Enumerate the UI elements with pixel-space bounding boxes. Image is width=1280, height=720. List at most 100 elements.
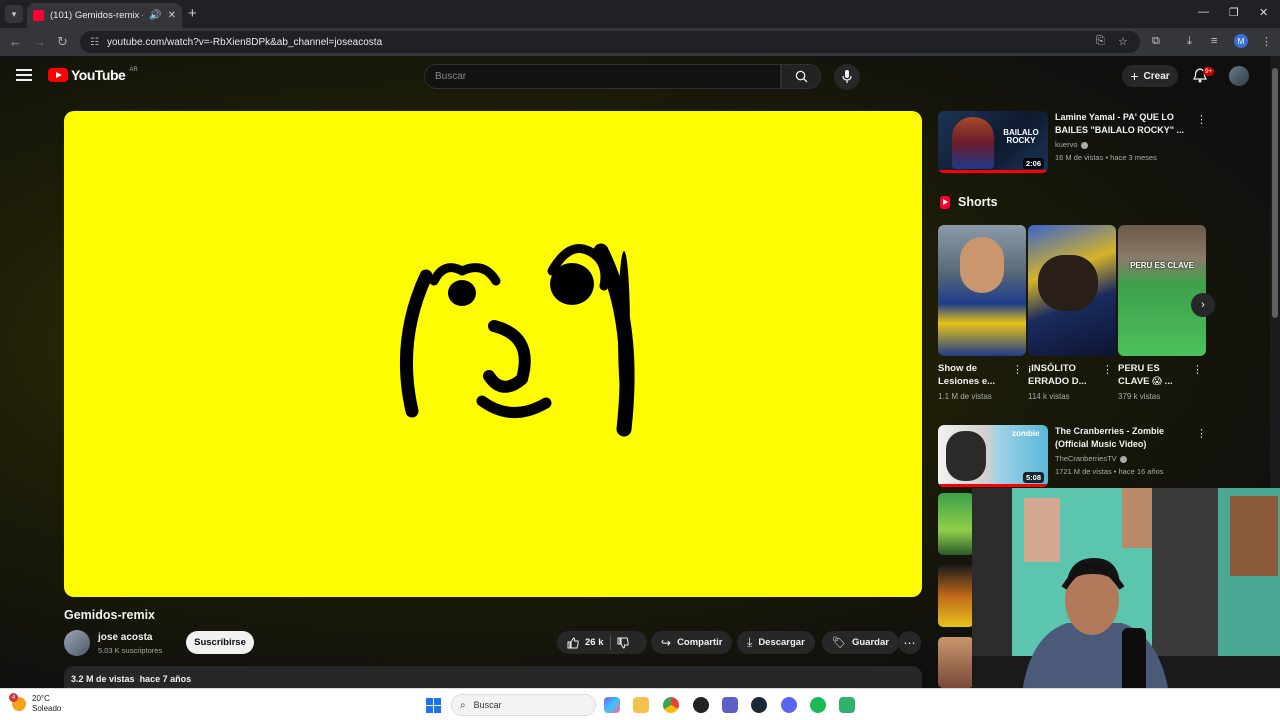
short-menu-icon[interactable]: ⋮: [1192, 363, 1203, 376]
back-icon[interactable]: ←: [9, 34, 22, 49]
share-label: Compartir: [677, 637, 723, 648]
weather-condition: Soleado: [32, 704, 62, 713]
more-actions-icon[interactable]: ⋯: [898, 631, 921, 654]
like-divider: [609, 635, 611, 650]
related-video-item[interactable]: BAILALO ROCKY 2:06 Lamine Yamal - PA' QU…: [938, 111, 1208, 177]
share-icon: ↪: [661, 635, 672, 650]
related-meta: 16 M de vistas • hace 3 meses: [1055, 153, 1157, 162]
notification-count-badge: 9+: [1203, 67, 1215, 76]
install-app-icon[interactable]: ⎘: [1096, 35, 1105, 48]
reload-icon[interactable]: ↻: [57, 34, 68, 50]
related-menu-icon[interactable]: ⋮: [1196, 427, 1207, 440]
description-box[interactable]: 3.2 M de vistas hace 7 años: [64, 666, 922, 688]
new-tab-icon[interactable]: +: [188, 5, 197, 22]
short-menu-icon[interactable]: ⋮: [1012, 363, 1023, 376]
logo-wordmark: YouTube: [71, 67, 126, 83]
screen: ▾ (101) Gemidos-remix - YouTube 🔊 ✕ + — …: [0, 0, 1280, 720]
tab-close-icon[interactable]: ✕: [168, 10, 176, 21]
watched-progress-bar: [938, 170, 1048, 173]
weather-widget[interactable]: 4 20°C Soleado: [9, 693, 62, 714]
masthead: YouTube AR Buscar + Crear 9+: [0, 56, 1270, 96]
youtube-favicon-icon: [33, 10, 44, 21]
thumbnail-caption: BAILALO ROCKY: [1003, 128, 1039, 145]
downloads-icon[interactable]: ⤓: [1187, 35, 1192, 48]
webcam-feed-image: [972, 488, 1280, 720]
reading-list-icon[interactable]: ≡: [1211, 35, 1217, 47]
audio-playing-icon[interactable]: 🔊: [149, 10, 161, 21]
temperature: 20°C: [32, 694, 50, 703]
related-video-item[interactable]: zombie 5:08 The Cranberries - Zombie (Of…: [938, 425, 1208, 491]
related-thumbnail[interactable]: [938, 637, 974, 688]
video-duration: 2:06: [1022, 158, 1044, 169]
spotify-icon[interactable]: [810, 697, 826, 713]
windows-taskbar: 4 20°C Soleado ⌕ Buscar: [0, 688, 1280, 720]
voice-search-button[interactable]: [834, 64, 860, 90]
site-info-icon[interactable]: ☷: [90, 37, 99, 48]
channel-avatar[interactable]: [64, 630, 90, 656]
related-channel: TheCranberriesTV: [1055, 454, 1127, 463]
save-playlist-icon: 🏷: [832, 637, 846, 649]
minimize-icon[interactable]: —: [1198, 6, 1209, 18]
save-button[interactable]: 🏷 Guardar: [822, 631, 899, 654]
thumbnail-caption: zombie: [1012, 429, 1040, 438]
thumbs-down-icon[interactable]: [617, 637, 629, 649]
window-close-icon[interactable]: ✕: [1259, 6, 1268, 19]
related-thumbnail[interactable]: [938, 493, 974, 555]
upload-age: hace 7 años: [139, 674, 192, 684]
shorts-next-icon[interactable]: ›: [1191, 293, 1215, 317]
video-player[interactable]: [64, 111, 922, 597]
related-thumbnail[interactable]: [938, 565, 974, 627]
short-item[interactable]: PERU ES CLAVE PERU ES CLAVE 😱 ... 379 k …: [1118, 225, 1206, 401]
browser-tabstrip: ▾ (101) Gemidos-remix - YouTube 🔊 ✕ + — …: [0, 0, 1280, 28]
taskbar-search-input[interactable]: ⌕ Buscar: [451, 694, 596, 716]
search-input[interactable]: Buscar: [424, 64, 781, 89]
share-button[interactable]: ↪ Compartir: [651, 631, 733, 654]
country-code: AR: [129, 67, 138, 73]
verified-icon: [1119, 455, 1127, 463]
short-item[interactable]: ¡INSÓLITO ERRADO D... 114 k vistas ⋮: [1028, 225, 1116, 401]
like-button[interactable]: 26 k: [567, 636, 604, 649]
related-menu-icon[interactable]: ⋮: [1196, 113, 1207, 126]
short-title: ¡INSÓLITO ERRADO D...: [1028, 363, 1087, 387]
shorts-logo-icon: [940, 195, 950, 209]
save-label: Guardar: [851, 637, 889, 648]
obs-studio-icon[interactable]: [693, 697, 709, 713]
short-views: 379 k vistas: [1118, 392, 1161, 401]
account-avatar[interactable]: [1229, 66, 1249, 86]
short-thumbnail[interactable]: [1028, 225, 1116, 356]
teams-icon[interactable]: [722, 697, 738, 713]
file-explorer-icon[interactable]: [633, 697, 649, 713]
browser-menu-icon[interactable]: ⋮: [1261, 35, 1272, 48]
create-button[interactable]: + Crear: [1122, 65, 1178, 87]
forward-icon[interactable]: →: [33, 34, 46, 49]
youtube-logo[interactable]: YouTube AR: [48, 67, 138, 83]
steam-icon[interactable]: [751, 697, 767, 713]
short-item[interactable]: Show de Lesiones e... 1.1 M de vistas ⋮: [938, 225, 1026, 401]
short-thumbnail[interactable]: PERU ES CLAVE: [1118, 225, 1206, 356]
search-button[interactable]: [781, 64, 821, 89]
copilot-icon[interactable]: [604, 697, 620, 713]
channel-name[interactable]: jose acosta: [98, 632, 152, 643]
extensions-icon[interactable]: ⧉: [1152, 35, 1160, 48]
browser-profile-avatar[interactable]: M: [1234, 34, 1248, 48]
shorts-heading: Shorts: [940, 195, 998, 209]
guide-menu-icon[interactable]: [16, 69, 32, 81]
short-menu-icon[interactable]: ⋮: [1102, 363, 1113, 376]
weather-badge: 4: [9, 693, 18, 702]
chrome-icon[interactable]: [663, 697, 679, 713]
short-views: 114 k vistas: [1028, 392, 1070, 401]
subscribe-button[interactable]: Suscribirse: [186, 631, 254, 654]
related-thumbnail[interactable]: BAILALO ROCKY 2:06: [938, 111, 1048, 173]
app-launcher-icon[interactable]: [839, 697, 855, 713]
short-thumbnail[interactable]: [938, 225, 1026, 356]
restore-icon[interactable]: ❐: [1229, 6, 1239, 19]
scrollbar-thumb[interactable]: [1272, 68, 1278, 318]
windows-start-icon[interactable]: [426, 698, 441, 713]
browser-tab-active[interactable]: (101) Gemidos-remix - YouTube 🔊 ✕: [27, 3, 182, 28]
bookmark-star-icon[interactable]: ☆: [1118, 35, 1128, 48]
discord-icon[interactable]: [781, 697, 797, 713]
related-thumbnail[interactable]: zombie 5:08: [938, 425, 1048, 487]
address-bar[interactable]: ☷ youtube.com/watch?v=-RbXien8DPk&ab_cha…: [80, 31, 1140, 53]
tab-search-icon[interactable]: ▾: [5, 5, 23, 23]
download-button[interactable]: ⤓ Descargar: [737, 631, 815, 654]
